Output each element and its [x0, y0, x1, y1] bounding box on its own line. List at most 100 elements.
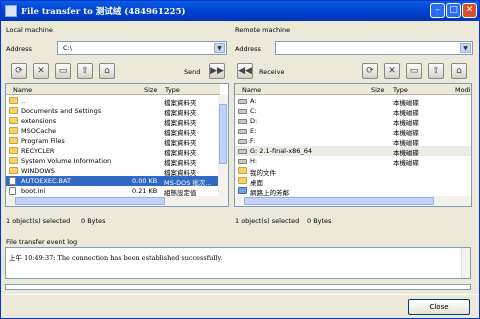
- remote-home-button[interactable]: ⌂: [451, 63, 467, 79]
- local-row-name: Documents and Settings: [21, 107, 102, 115]
- send-button[interactable]: ▶▶: [209, 63, 225, 79]
- remote-file-row[interactable]: 我的文件: [235, 166, 471, 177]
- remote-row-name: F:: [250, 137, 256, 145]
- local-file-list[interactable]: Name Size Type .. 檔案資料夾 Documents and Sett…: [5, 83, 229, 207]
- local-file-row[interactable]: AUTOEXEC.BAT 0.00 KB MS-DOS 批次...: [6, 176, 220, 187]
- local-file-row[interactable]: .. 檔案資料夾: [6, 96, 220, 107]
- local-machine-heading: Local machine: [6, 26, 53, 34]
- remote-new-folder-button[interactable]: ▭: [406, 63, 422, 79]
- local-file-row[interactable]: RECYCLER 檔案資料夾: [6, 146, 220, 157]
- event-log[interactable]: 上午 10:49:37: The connection has been est…: [5, 247, 471, 279]
- local-file-row[interactable]: System Volume Information 檔案資料夾: [6, 156, 220, 167]
- new-folder-icon: ▭: [409, 66, 419, 76]
- local-row-size: 0.00 KB: [132, 177, 158, 185]
- local-home-button[interactable]: ⌂: [99, 63, 115, 79]
- remote-selection-status: 1 object(s) selected: [235, 217, 300, 225]
- folder-icon: [9, 117, 18, 124]
- remote-row-name: H:: [250, 157, 258, 165]
- remote-file-row[interactable]: C: 本機磁碟: [235, 106, 471, 117]
- local-new-folder-button[interactable]: ▭: [55, 63, 71, 79]
- drive-icon: [238, 149, 247, 154]
- remote-horizontal-scrollbar[interactable]: [235, 196, 471, 206]
- local-col-name[interactable]: Name: [13, 86, 32, 94]
- remote-address-combo[interactable]: ▼: [275, 41, 473, 55]
- chevron-down-icon[interactable]: ▼: [214, 43, 225, 53]
- documents-folder-icon: [238, 167, 247, 174]
- local-col-type[interactable]: Type: [165, 86, 180, 94]
- receive-button[interactable]: ◀◀: [237, 63, 253, 79]
- local-up-folder-button[interactable]: ⇧: [77, 63, 93, 79]
- file-icon: [9, 177, 16, 185]
- remote-file-row[interactable]: 網路上的芳鄰: [235, 186, 471, 197]
- close-button-label: Close: [429, 303, 449, 311]
- local-file-row[interactable]: Documents and Settings 檔案資料夾: [6, 106, 220, 117]
- remote-col-modified[interactable]: Modi: [455, 86, 471, 94]
- title-bar[interactable]: File transfer to 测试绒 (484961225) – □ ✕: [1, 1, 479, 21]
- folder-icon: [9, 147, 18, 154]
- delete-icon: ✕: [37, 66, 45, 76]
- folder-icon: [9, 167, 18, 174]
- window-title: File transfer to 测试绒 (484961225): [21, 7, 186, 17]
- local-file-row[interactable]: boot.ini 0.21 KB 組態設定值: [6, 186, 220, 197]
- remote-col-size[interactable]: Size: [371, 86, 384, 94]
- event-log-heading: File transfer event log: [6, 238, 78, 246]
- refresh-icon: ⟳: [15, 66, 23, 76]
- remote-col-name[interactable]: Name: [242, 86, 261, 94]
- local-bytes: 0 Bytes: [81, 217, 106, 225]
- folder-icon: [9, 157, 18, 164]
- folder-icon: [9, 107, 18, 114]
- maximize-button[interactable]: □: [446, 3, 461, 18]
- remote-refresh-button[interactable]: ⟳: [362, 63, 378, 79]
- local-file-row[interactable]: Program Files 檔案資料夾: [6, 136, 220, 147]
- local-col-size[interactable]: Size: [144, 86, 157, 94]
- local-row-name: RECYCLER: [21, 147, 55, 155]
- remote-address-label: Address: [235, 45, 261, 53]
- remote-delete-button[interactable]: ✕: [384, 63, 400, 79]
- remote-up-folder-button[interactable]: ⇧: [428, 63, 444, 79]
- local-file-row[interactable]: extensions 檔案資料夾: [6, 116, 220, 127]
- up-folder-icon: ⇧: [432, 66, 440, 76]
- remote-file-row[interactable]: 桌面: [235, 176, 471, 187]
- local-row-name: extensions: [21, 117, 57, 125]
- chevron-down-icon[interactable]: ▼: [460, 43, 471, 53]
- remote-file-row[interactable]: G: 2.1-final-x86_64 本機磁碟: [235, 146, 471, 157]
- remote-col-type[interactable]: Type: [393, 86, 408, 94]
- local-refresh-button[interactable]: ⟳: [11, 63, 27, 79]
- file-transfer-window: File transfer to 测试绒 (484961225) – □ ✕ L…: [0, 0, 480, 319]
- remote-file-row[interactable]: F: 本機磁碟: [235, 136, 471, 147]
- local-address-combo[interactable]: C:\ ▼: [57, 41, 227, 55]
- local-delete-button[interactable]: ✕: [33, 63, 49, 79]
- minimize-button[interactable]: –: [430, 3, 445, 18]
- local-address-value: C:\: [63, 44, 72, 52]
- file-icon: [9, 187, 16, 195]
- local-address-label: Address: [6, 45, 32, 53]
- home-icon: ⌂: [456, 66, 462, 76]
- remote-file-list[interactable]: Name Size Type Modi A: 本機磁碟 C: 本機磁碟 D: 本機磁碟 E:…: [234, 83, 472, 207]
- local-horizontal-scrollbar[interactable]: [6, 196, 220, 206]
- local-file-row[interactable]: WINDOWS 檔案資料夾: [6, 166, 220, 177]
- log-scrollbar[interactable]: [461, 248, 470, 278]
- remote-file-row[interactable]: D: 本機磁碟: [235, 116, 471, 127]
- remote-machine-heading: Remote machine: [235, 26, 291, 34]
- local-vertical-scrollbar[interactable]: [218, 95, 228, 206]
- remote-row-name: A:: [250, 97, 257, 105]
- remote-file-row[interactable]: E: 本機磁碟: [235, 126, 471, 137]
- home-icon: ⌂: [104, 66, 110, 76]
- receive-label: Receive: [259, 68, 285, 76]
- drive-icon: [238, 159, 247, 164]
- local-selection-status: 1 object(s) selected: [6, 217, 71, 225]
- remote-file-row[interactable]: A: 本機磁碟: [235, 96, 471, 107]
- local-file-row[interactable]: MSOCache 檔案資料夾: [6, 126, 220, 137]
- close-window-button[interactable]: ✕: [462, 3, 477, 18]
- close-button[interactable]: Close: [408, 299, 470, 315]
- refresh-icon: ⟳: [366, 66, 374, 76]
- local-row-size: 0.21 KB: [132, 187, 158, 195]
- remote-file-row[interactable]: H: 本機磁碟: [235, 156, 471, 167]
- local-row-name: AUTOEXEC.BAT: [21, 177, 71, 185]
- remote-list-header: Name Size Type Modi: [235, 84, 471, 95]
- local-row-name: ..: [21, 97, 26, 105]
- drive-icon: [238, 109, 247, 114]
- drive-icon: [238, 99, 247, 104]
- delete-icon: ✕: [388, 66, 396, 76]
- folder-icon: [9, 127, 18, 134]
